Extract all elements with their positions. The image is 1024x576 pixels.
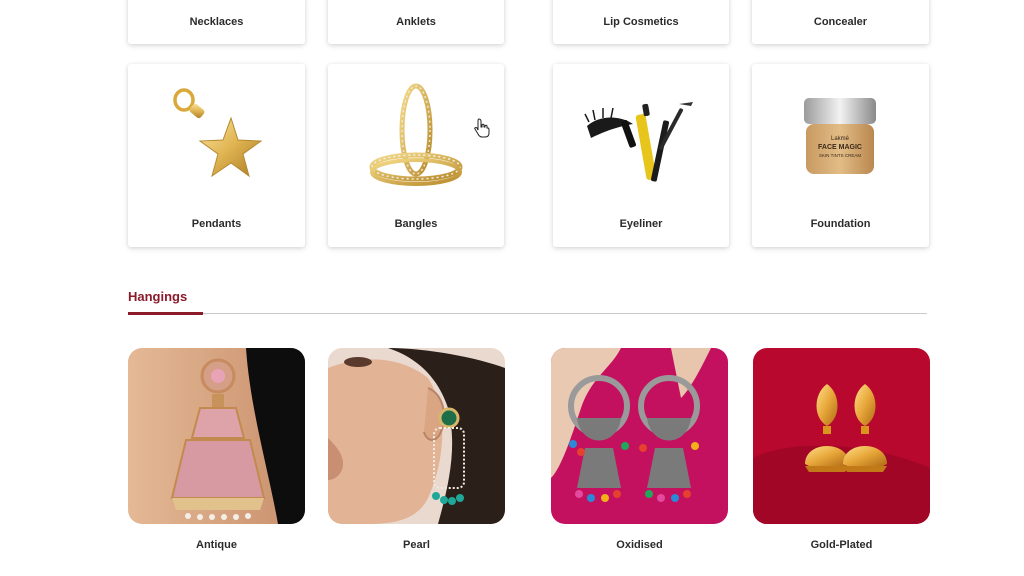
category-label: Necklaces xyxy=(189,16,244,28)
category-card-concealer[interactable]: Concealer xyxy=(752,0,929,44)
hanging-tile-pearl[interactable] xyxy=(328,348,505,524)
category-card-foundation[interactable]: Lakmé FACE MAGIC SKIN TINTS CREAM Founda… xyxy=(752,64,929,247)
section-divider xyxy=(128,313,927,314)
category-label: Bangles xyxy=(394,218,438,230)
section-title-hangings: Hangings xyxy=(128,289,188,304)
section-title-underline xyxy=(128,312,203,315)
eyeliner-mascara-image xyxy=(581,100,701,195)
category-card-lip-cosmetics[interactable]: Lip Cosmetics xyxy=(553,0,729,44)
category-label: Lip Cosmetics xyxy=(603,16,679,28)
hand-pointer-cursor-icon xyxy=(474,118,490,143)
star-pendant-image xyxy=(166,84,266,189)
category-label: Foundation xyxy=(810,218,871,230)
hanging-label[interactable]: Oxidised xyxy=(551,539,728,551)
svg-text:FACE MAGIC: FACE MAGIC xyxy=(818,144,862,151)
svg-text:Lakmé: Lakmé xyxy=(831,136,850,142)
category-card-anklets[interactable]: Anklets xyxy=(328,0,504,44)
category-label: Anklets xyxy=(396,16,436,28)
category-card-bangles[interactable]: Bangles xyxy=(328,64,504,247)
hanging-tile-antique[interactable] xyxy=(128,348,305,524)
hanging-tile-gold-plated[interactable] xyxy=(753,348,930,524)
category-card-eyeliner[interactable]: Eyeliner xyxy=(553,64,729,247)
hanging-label[interactable]: Gold-Plated xyxy=(753,539,930,551)
category-label: Pendants xyxy=(191,218,242,230)
category-label: Eyeliner xyxy=(619,218,663,230)
svg-text:SKIN TINTS CREAM: SKIN TINTS CREAM xyxy=(819,153,861,158)
category-card-necklaces[interactable]: Necklaces xyxy=(128,0,305,44)
hanging-label[interactable]: Pearl xyxy=(328,539,505,551)
hanging-label[interactable]: Antique xyxy=(128,539,305,551)
hanging-tile-oxidised[interactable] xyxy=(551,348,728,524)
foundation-jar-image: Lakmé FACE MAGIC SKIN TINTS CREAM xyxy=(802,96,878,183)
category-label: Concealer xyxy=(813,16,868,28)
bangles-image xyxy=(368,82,468,197)
category-card-pendants[interactable]: Pendants xyxy=(128,64,305,247)
